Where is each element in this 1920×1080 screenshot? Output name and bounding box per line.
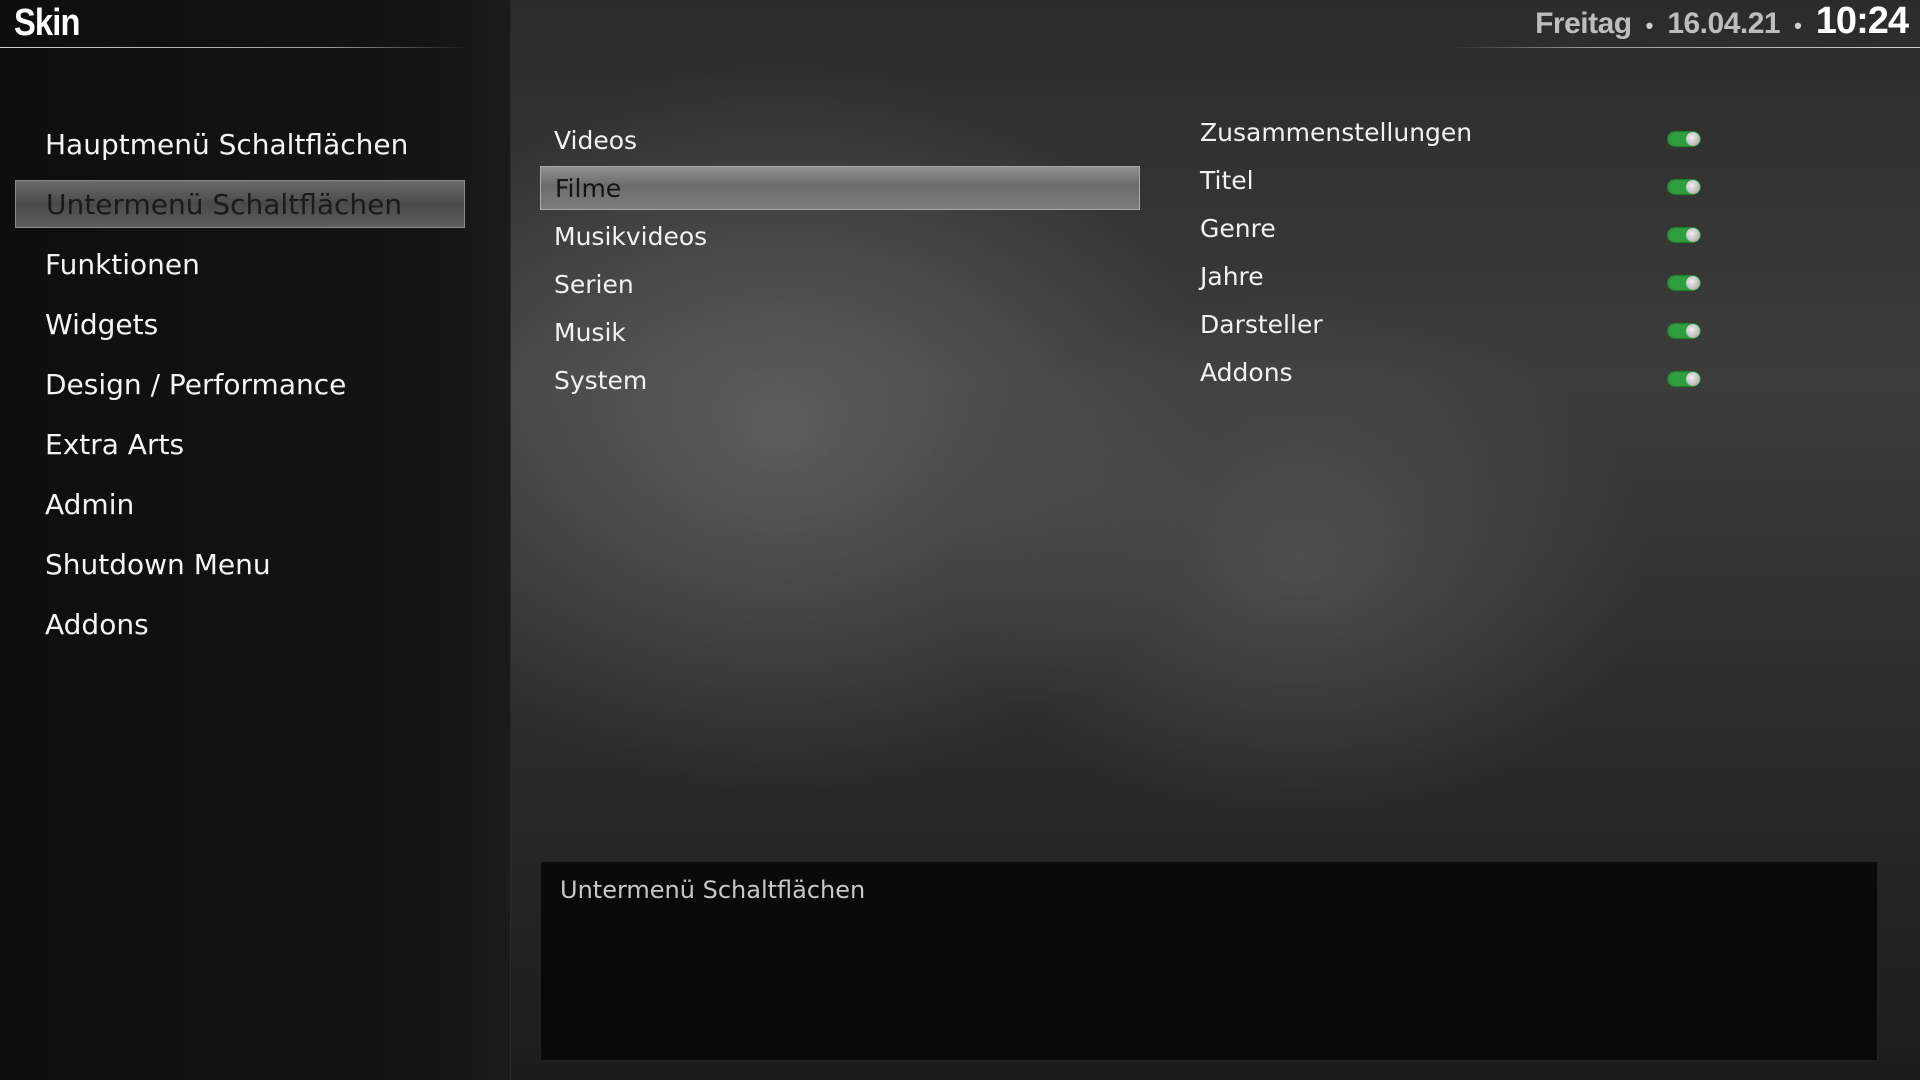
separator-dot: • (1645, 13, 1654, 38)
toggle-switch[interactable] (1667, 371, 1701, 387)
option-row-addons[interactable]: Addons (1186, 358, 1826, 402)
option-row-titel[interactable]: Titel (1186, 166, 1826, 210)
submenu-item-filme[interactable]: Filme (540, 166, 1140, 210)
sidebar-item-label: Widgets (45, 307, 159, 341)
sidebar-item-label: Admin (45, 487, 135, 521)
submenu-item-musik[interactable]: Musik (540, 310, 1140, 354)
submenu-item-label: Videos (554, 125, 638, 155)
header-divider (1450, 47, 1920, 48)
sidebar-item-hauptmenue[interactable]: Hauptmenü Schaltflächen (15, 120, 465, 168)
submenu-item-musikvideos[interactable]: Musikvideos (540, 214, 1140, 258)
submenu-item-label: Filme (555, 173, 622, 203)
submenu-item-label: System (554, 365, 648, 395)
option-row-zusammenstellungen[interactable]: Zusammenstellungen (1186, 118, 1826, 162)
submenu-item-system[interactable]: System (540, 358, 1140, 402)
title-divider (0, 47, 470, 48)
option-label: Zusammenstellungen (1200, 118, 1473, 147)
option-row-jahre[interactable]: Jahre (1186, 262, 1826, 306)
toggle-switch[interactable] (1667, 179, 1701, 195)
separator-dot: • (1794, 13, 1802, 38)
submenu-item-serien[interactable]: Serien (540, 262, 1140, 306)
sidebar-item-label: Extra Arts (45, 427, 185, 461)
toggle-knob (1686, 180, 1700, 194)
sidebar-item-label: Untermenü Schaltflächen (46, 187, 403, 221)
submenu-item-label: Musik (554, 317, 626, 347)
sidebar-item-label: Addons (45, 607, 149, 641)
toggle-switch[interactable] (1667, 131, 1701, 147)
toggle-switch[interactable] (1667, 227, 1701, 243)
submenu-item-label: Musikvideos (554, 221, 708, 251)
toggle-knob (1686, 132, 1700, 146)
option-label: Titel (1200, 166, 1254, 195)
sidebar-item-label: Shutdown Menu (45, 547, 271, 581)
description-panel: Untermenü Schaltflächen (540, 861, 1878, 1061)
sidebar-item-addons[interactable]: Addons (15, 600, 465, 648)
submenu-item-label: Serien (554, 269, 634, 299)
sidebar-item-extra-arts[interactable]: Extra Arts (15, 420, 465, 468)
toggle-knob (1686, 324, 1700, 338)
option-label: Jahre (1200, 262, 1264, 291)
toggle-switch[interactable] (1667, 275, 1701, 291)
header-clock: Freitag • 16.04.21 • 10:24 (1535, 0, 1909, 43)
skin-settings-screen: Skin Hauptmenü Schaltflächen Untermenü S… (0, 0, 1920, 1080)
toggle-knob (1686, 228, 1700, 242)
toggle-knob (1686, 372, 1700, 386)
sidebar-item-widgets[interactable]: Widgets (15, 300, 465, 348)
category-list: Hauptmenü Schaltflächen Untermenü Schalt… (15, 120, 465, 660)
sidebar-item-untermenue[interactable]: Untermenü Schaltflächen (15, 180, 465, 228)
option-label: Addons (1200, 358, 1293, 387)
submenu-list: Videos Filme Musikvideos Serien Musik Sy… (540, 118, 1140, 406)
option-row-genre[interactable]: Genre (1186, 214, 1826, 258)
time: 10:24 (1815, 0, 1909, 42)
options-list: Zusammenstellungen Titel Genre Jahre Dar… (1186, 118, 1826, 406)
sidebar-item-funktionen[interactable]: Funktionen (15, 240, 465, 288)
weekday: Freitag (1535, 7, 1632, 40)
page-title: Skin (14, 2, 80, 44)
sidebar: Skin Hauptmenü Schaltflächen Untermenü S… (0, 0, 511, 1080)
sidebar-item-label: Design / Performance (45, 367, 347, 401)
sidebar-item-label: Hauptmenü Schaltflächen (45, 127, 409, 161)
submenu-item-videos[interactable]: Videos (540, 118, 1140, 162)
option-label: Darsteller (1200, 310, 1323, 339)
toggle-switch[interactable] (1667, 323, 1701, 339)
sidebar-item-label: Funktionen (45, 247, 200, 281)
sidebar-item-design-performance[interactable]: Design / Performance (15, 360, 465, 408)
option-row-darsteller[interactable]: Darsteller (1186, 310, 1826, 354)
option-label: Genre (1200, 214, 1276, 243)
sidebar-item-admin[interactable]: Admin (15, 480, 465, 528)
toggle-knob (1686, 276, 1700, 290)
description-text: Untermenü Schaltflächen (560, 876, 866, 904)
date: 16.04.21 (1667, 7, 1781, 40)
sidebar-item-shutdown-menu[interactable]: Shutdown Menu (15, 540, 465, 588)
